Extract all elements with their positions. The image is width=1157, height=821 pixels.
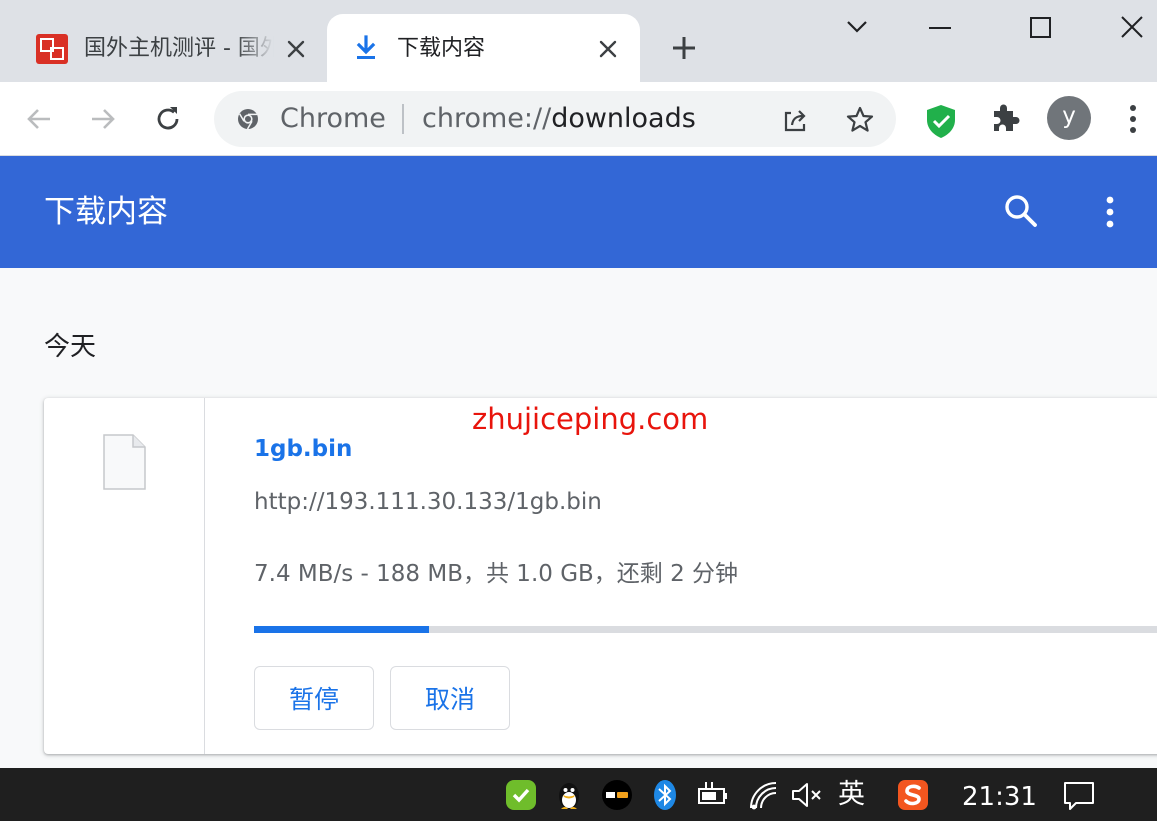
battery-charging-icon[interactable] (696, 778, 730, 812)
omnibox-separator (402, 104, 404, 134)
bookmark-star-icon[interactable] (844, 104, 876, 136)
progress-bar-fill (254, 626, 429, 633)
notification-center-icon[interactable] (1062, 778, 1096, 812)
new-tab-plus-icon[interactable] (668, 32, 700, 64)
close-icon[interactable] (595, 36, 621, 62)
maximize-icon[interactable] (1020, 10, 1060, 46)
wechat-tray-icon[interactable] (504, 778, 538, 812)
forward-arrow-icon[interactable] (86, 102, 120, 136)
sogou-ime-icon[interactable] (896, 778, 930, 812)
qq-penguin-icon[interactable] (552, 778, 586, 812)
pause-button[interactable]: 暂停 (254, 666, 374, 730)
windows-taskbar: 英 21:31 (0, 768, 1157, 821)
speaker-muted-icon[interactable] (790, 778, 824, 812)
share-icon[interactable] (780, 105, 810, 135)
download-status: 7.4 MB/s - 188 MB，共 1.0 GB，还剩 2 分钟 (254, 561, 739, 587)
back-arrow-icon[interactable] (22, 102, 56, 136)
omnibox[interactable]: Chrome chrome://downloads (214, 91, 896, 147)
omnibox-chip: Chrome (280, 103, 386, 134)
address-text[interactable]: chrome://downloads (422, 104, 696, 134)
minimize-icon[interactable] (920, 10, 960, 46)
file-source-url[interactable]: http://193.111.30.133/1gb.bin (254, 487, 602, 517)
url-scheme: chrome:// (422, 103, 552, 134)
downloads-header: 下载内容 (0, 156, 1157, 268)
tab-title: 下载内容 (397, 36, 486, 61)
tab-search-chevron-icon[interactable] (837, 10, 877, 46)
kebab-menu-icon[interactable] (1118, 102, 1148, 136)
shield-check-icon[interactable] (922, 102, 960, 140)
input-method-indicator[interactable]: 英 (838, 780, 865, 810)
download-icon (356, 35, 376, 59)
more-options-icon[interactable] (1094, 192, 1126, 232)
reload-icon[interactable] (151, 102, 185, 136)
tab-title: 国外主机测评 - 国外VPS，国外服务器 (84, 36, 274, 61)
site-logo-icon (36, 34, 68, 64)
cancel-button[interactable]: 取消 (390, 666, 510, 730)
bluetooth-icon[interactable] (648, 778, 682, 812)
app-tray-icon[interactable] (600, 778, 634, 812)
window-close-icon[interactable] (1112, 10, 1152, 46)
card-divider (204, 398, 205, 754)
tab-downloads[interactable]: 下载内容 (327, 14, 640, 82)
download-item-card: 1gb.bin http://193.111.30.133/1gb.bin 7.… (44, 398, 1157, 754)
close-icon[interactable] (283, 36, 309, 62)
chrome-logo-icon (238, 109, 258, 130)
tab-strip: 国外主机测评 - 国外VPS，国外服务器 下载内容 (0, 0, 1157, 82)
avatar[interactable]: y (1047, 96, 1091, 140)
file-name-link[interactable]: 1gb.bin (254, 434, 352, 464)
url-host: downloads (551, 103, 696, 134)
page-title: 下载内容 (44, 194, 168, 230)
clock[interactable]: 21:31 (962, 782, 1037, 812)
file-icon (103, 434, 146, 490)
date-section-heading: 今天 (44, 332, 97, 362)
wifi-icon[interactable] (746, 778, 780, 812)
extensions-puzzle-icon[interactable] (988, 100, 1024, 136)
search-icon[interactable] (1002, 192, 1040, 230)
watermark: zhujiceping.com (472, 402, 709, 436)
browser-toolbar: Chrome chrome://downloads y (0, 82, 1157, 156)
progress-bar (254, 626, 1157, 633)
tab-zhujiceping[interactable]: 国外主机测评 - 国外VPS，国外服务器 (20, 14, 320, 82)
